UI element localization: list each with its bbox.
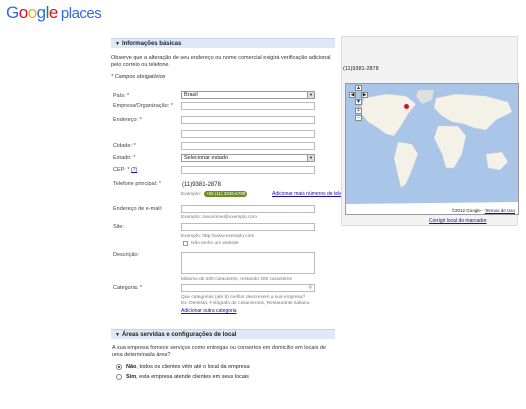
city-label: Cidade: *: [113, 143, 136, 149]
site-input[interactable]: [181, 223, 315, 231]
category-input[interactable]: ⚲: [181, 284, 315, 292]
pan-up-icon[interactable]: ▲: [355, 85, 362, 91]
add-phone-link[interactable]: Adicionar mais números de telefone: [272, 191, 352, 197]
phone-example-prefix: Exemplo:: [181, 192, 201, 197]
category-hint-1: Que categorias (até 5) melhor descrevem …: [181, 295, 306, 300]
cep-help-link[interactable]: (?): [131, 167, 137, 173]
description-textarea[interactable]: [181, 252, 315, 274]
city-input[interactable]: [181, 142, 315, 150]
add-category-link[interactable]: Adicionar outra categoria: [181, 308, 237, 314]
country-label: País: *: [113, 93, 130, 99]
map-attribution: ©2012 Google - Termos de Uso: [450, 208, 516, 213]
email-label: Endereço de e-mail:: [113, 206, 163, 212]
pan-down-icon[interactable]: ▼: [355, 99, 362, 105]
map-phone: (11)9381-2878: [343, 66, 379, 72]
cep-input[interactable]: [181, 166, 315, 174]
globe-icon: [346, 84, 518, 214]
pan-right-icon[interactable]: ▶: [361, 92, 368, 98]
intro-text: Observe que a alteração de seu endereço …: [111, 55, 331, 68]
company-label: Empresa/Organização: *: [113, 103, 173, 109]
service-yes-radio[interactable]: [116, 374, 122, 380]
company-input[interactable]: [181, 102, 315, 110]
pan-left-icon[interactable]: ◀: [349, 92, 356, 98]
triangle-down-icon: ▼: [115, 332, 120, 338]
country-select[interactable]: Brasil ▼: [181, 91, 315, 99]
search-icon: ⚲: [308, 285, 312, 291]
category-label: Categoria: *: [113, 285, 143, 291]
logo-brand: Google: [6, 3, 58, 22]
dropdown-arrow-icon: ▼: [307, 155, 314, 161]
terms-link[interactable]: Termos de Uso: [485, 208, 515, 213]
category-hint-2: Ex: Dentista, Fotógrafo de casamentos, R…: [181, 301, 311, 306]
no-site-label: Não tenho um website: [191, 241, 239, 246]
dropdown-arrow-icon: ▼: [307, 92, 314, 98]
state-select[interactable]: Selecionar estado ▼: [181, 154, 315, 162]
map-marker-icon[interactable]: [404, 104, 409, 109]
logo-product: places: [60, 5, 102, 22]
address-label: Endereço: *: [113, 117, 142, 123]
google-places-logo[interactable]: Google places: [6, 3, 102, 23]
description-hint: Máximo de 200 caracteres, restando 200 c…: [181, 277, 292, 282]
fix-marker-link[interactable]: Corrigir local do marcador: [429, 218, 487, 224]
state-label: Estado: *: [113, 155, 136, 161]
description-label: Descrição:: [113, 252, 139, 258]
basic-info-header[interactable]: ▼ Informações básicas: [111, 38, 335, 48]
address-line2-input[interactable]: [181, 130, 315, 138]
site-example: Exemplo: http://www.exemplo.com: [181, 234, 255, 239]
no-site-checkbox[interactable]: [183, 241, 188, 246]
phone-example: +55 (11) 3345-6789: [204, 191, 248, 197]
address-line1-input[interactable]: [181, 116, 315, 124]
zoom-out-icon[interactable]: −: [355, 115, 362, 121]
world-map[interactable]: ▲ ◀ ▶ ▼ + − ©2012 Google - Termos de Uso: [345, 83, 519, 215]
zoom-in-icon[interactable]: +: [355, 108, 362, 114]
service-areas-header[interactable]: ▼ Áreas servidas e configurações de local: [111, 329, 335, 339]
email-input[interactable]: [181, 205, 315, 213]
email-example: Exemplo: meunome@exemplo.com: [181, 215, 258, 220]
service-no-radio[interactable]: [116, 364, 122, 370]
required-note: * Campos obrigatórios: [111, 74, 166, 80]
service-yes-label: Sim, esta empresa atende clientes em seu…: [126, 374, 249, 380]
site-label: Site:: [113, 224, 125, 230]
phone-value: (11)9381-2878: [182, 182, 221, 188]
phone-label: Telefone principal: *: [113, 181, 162, 187]
triangle-down-icon: ▼: [115, 41, 120, 47]
service-question: A sua empresa fornece serviços como entr…: [112, 345, 326, 358]
cep-label: CEP: * (?): [113, 167, 138, 173]
service-no-label: Não, todos os clientes vêm até o local d…: [126, 364, 250, 370]
